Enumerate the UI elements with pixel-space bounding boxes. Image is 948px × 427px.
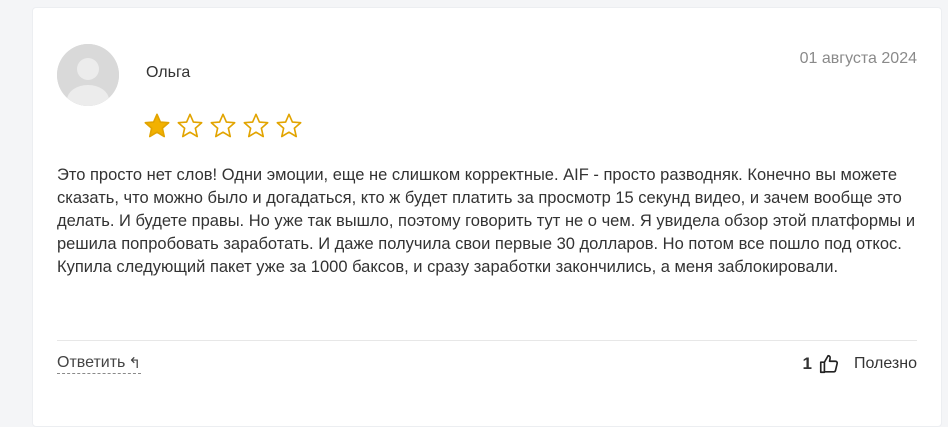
review-date: 01 августа 2024: [799, 50, 917, 67]
reply-label: Ответить: [57, 354, 126, 371]
reply-button[interactable]: Ответить ↰: [57, 354, 141, 374]
star-rating: [143, 112, 303, 140]
star-empty-icon: [209, 112, 237, 140]
thumbs-up-icon: [819, 354, 839, 374]
helpful-block: 1 Полезно: [803, 353, 917, 375]
like-button[interactable]: Полезно: [818, 353, 917, 375]
divider: [57, 340, 917, 341]
star-empty-icon: [242, 112, 270, 140]
author-name: Ольга: [146, 64, 191, 81]
review-text: Это просто нет слов! Одни эмоции, еще не…: [57, 166, 916, 276]
review-card: Ольга 01 августа 2024 Это просто нет сло…: [32, 7, 942, 427]
star-empty-icon: [176, 112, 204, 140]
avatar: [57, 44, 119, 106]
user-placeholder-icon: [57, 44, 119, 106]
star-empty-icon: [275, 112, 303, 140]
star-filled-icon: [143, 112, 171, 140]
likes-count: 1: [802, 354, 812, 373]
reply-arrow-icon: ↰: [128, 354, 141, 372]
helpful-label: Полезно: [854, 355, 917, 372]
